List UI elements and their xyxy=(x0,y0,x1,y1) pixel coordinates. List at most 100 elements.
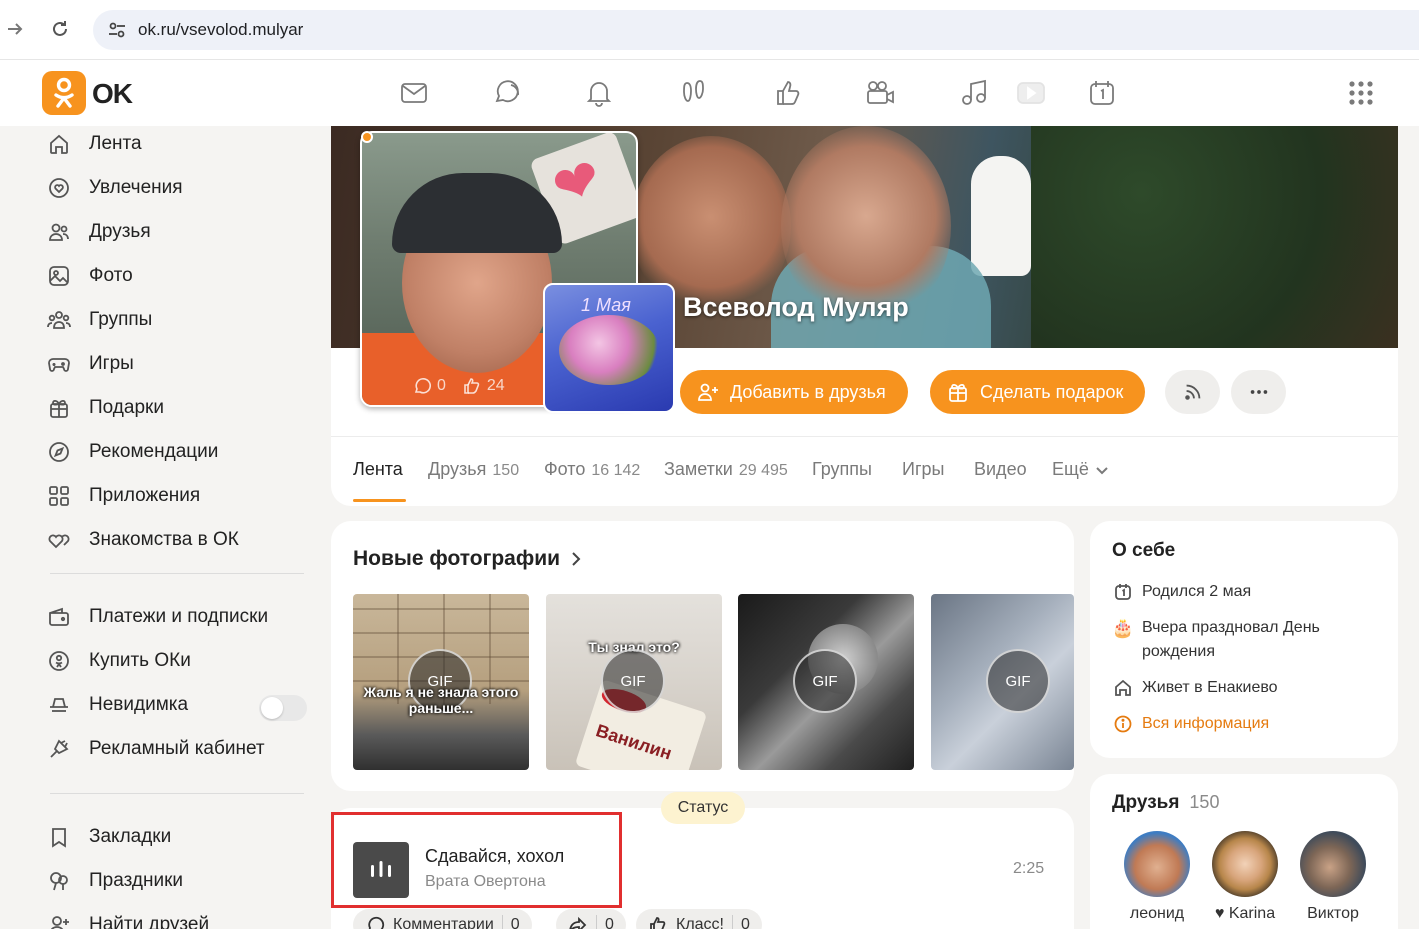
music-button[interactable] xyxy=(957,76,991,110)
avatar-likes[interactable]: 24 xyxy=(462,376,505,396)
friends-title[interactable]: Друзья 150 xyxy=(1112,792,1219,814)
add-friend-icon xyxy=(698,383,718,401)
invisible-toggle[interactable] xyxy=(259,695,307,721)
info-icon xyxy=(1112,713,1134,735)
clips-button[interactable] xyxy=(1013,76,1047,110)
share-button[interactable]: 0 xyxy=(556,909,626,929)
send-gift-button[interactable]: Сделать подарок xyxy=(930,370,1146,414)
sidebar-item-hobbies[interactable]: Увлечения xyxy=(46,172,183,204)
profile-gift[interactable]: 1 Мая xyxy=(543,283,675,413)
sidebar-item-ads-cabinet[interactable]: Рекламный кабинет xyxy=(46,733,265,765)
sidebar-item-recommendations[interactable]: Рекомендации xyxy=(46,436,218,468)
tab-games[interactable]: Игры xyxy=(902,459,944,480)
sidebar-item-label: Знакомства в ОК xyxy=(89,529,239,550)
tab-video[interactable]: Видео xyxy=(974,459,1027,480)
back-button[interactable] xyxy=(0,14,30,44)
tab-friends[interactable]: Друзья 150 xyxy=(428,459,519,480)
more-dots-icon xyxy=(1250,390,1267,394)
online-indicator xyxy=(361,131,373,143)
annotation-highlight-box xyxy=(331,812,622,908)
coin-icon xyxy=(46,648,72,674)
sidebar-item-buy-oki[interactable]: Купить ОКи xyxy=(46,645,191,677)
calendar-button[interactable] xyxy=(1085,76,1119,110)
notifications-button[interactable] xyxy=(582,76,616,110)
address-bar[interactable]: ok.ru/vsevolod.mulyar xyxy=(93,10,1419,50)
photo-thumb[interactable]: GIF Жаль я не знала этого раньше... xyxy=(353,594,529,770)
sidebar-item-apps[interactable]: Приложения xyxy=(46,480,200,512)
sidebar-item-label: Праздники xyxy=(89,870,183,891)
sidebar-item-holidays[interactable]: Праздники xyxy=(46,865,183,897)
sidebar-item-dating[interactable]: Знакомства в ОК xyxy=(46,524,239,556)
sidebar-item-label: Платежи и подписки xyxy=(89,606,269,627)
ok-logo[interactable] xyxy=(42,71,86,115)
chat-icon xyxy=(495,80,519,103)
video-button[interactable] xyxy=(863,76,897,110)
bell-icon xyxy=(586,82,612,107)
gif-badge: GIF xyxy=(793,649,857,713)
friends-card: Друзья 150 леонид ♥ Karina Виктор xyxy=(1090,774,1398,929)
calendar-icon xyxy=(1090,81,1114,105)
photo-thumb[interactable]: GIF xyxy=(931,594,1074,770)
friend-item[interactable]: леонид xyxy=(1112,831,1202,923)
separator xyxy=(501,915,503,929)
messages-button[interactable] xyxy=(397,76,431,110)
site-settings-icon[interactable] xyxy=(107,20,127,40)
comments-button[interactable]: Комментарии 0 xyxy=(353,909,532,929)
sidebar-item-label: Лента xyxy=(89,133,142,154)
tab-feed[interactable]: Лента xyxy=(353,459,403,480)
sidebar-item-invisible[interactable]: Невидимка xyxy=(46,689,188,721)
footprints-icon xyxy=(683,80,704,102)
cover-vase xyxy=(971,156,1031,276)
tab-more[interactable]: Ещё xyxy=(1052,459,1109,480)
apps-menu-button[interactable] xyxy=(1344,76,1378,110)
sidebar-item-label: Купить ОКи xyxy=(89,650,191,671)
comment-icon xyxy=(368,916,385,929)
browser-toolbar: ok.ru/vsevolod.mulyar xyxy=(0,0,1419,60)
subscribe-button[interactable] xyxy=(1165,370,1220,414)
friend-item[interactable]: ♥ Karina xyxy=(1200,831,1290,923)
like-button[interactable]: Класс! 0 xyxy=(636,909,762,929)
reload-button[interactable] xyxy=(45,14,75,44)
photo-icon xyxy=(46,263,72,289)
comment-icon xyxy=(414,378,431,394)
sidebar-item-feed[interactable]: Лента xyxy=(46,128,142,160)
sidebar-item-label: Фото xyxy=(89,265,133,286)
sidebar-item-payments[interactable]: Платежи и подписки xyxy=(46,601,268,633)
sidebar-item-bookmarks[interactable]: Закладки xyxy=(46,821,171,853)
about-location: Живет в Енакиево xyxy=(1112,676,1278,700)
all-info-link[interactable]: Вся информация xyxy=(1112,712,1269,736)
discussions-button[interactable] xyxy=(490,76,524,110)
tab-label: Фото xyxy=(544,459,586,479)
tab-groups[interactable]: Группы xyxy=(812,459,872,480)
photo-thumb[interactable]: GIF xyxy=(738,594,914,770)
tab-notes[interactable]: Заметки 29 495 xyxy=(664,459,788,480)
sidebar-item-friends[interactable]: Друзья xyxy=(46,216,151,248)
sidebar-item-photos[interactable]: Фото xyxy=(46,260,133,292)
friend-name: леонид xyxy=(1129,905,1185,922)
avatar-comments[interactable]: 0 xyxy=(412,376,446,396)
sidebar-item-label: Рекомендации xyxy=(89,441,219,462)
tab-photos[interactable]: Фото 16 142 xyxy=(544,459,640,480)
status-chip: Статус xyxy=(661,792,745,824)
add-friend-button[interactable]: Добавить в друзья xyxy=(680,370,908,414)
events-button[interactable] xyxy=(771,76,805,110)
more-actions-button[interactable] xyxy=(1231,370,1286,414)
compass-icon xyxy=(46,439,72,465)
comments-label: Комментарии xyxy=(393,916,494,929)
sidebar-item-groups[interactable]: Группы xyxy=(46,304,152,336)
friends-icon xyxy=(46,219,72,245)
guests-button[interactable] xyxy=(677,76,711,110)
comments-count: 0 xyxy=(510,916,520,929)
sidebar-item-find-friends[interactable]: Найти друзей xyxy=(46,909,209,929)
add-friend-icon xyxy=(46,912,72,929)
sidebar-item-label: Подарки xyxy=(89,397,164,418)
new-photos-title[interactable]: Новые фотографии xyxy=(353,547,582,571)
sidebar-item-gifts[interactable]: Подарки xyxy=(46,392,164,424)
gif-badge: GIF xyxy=(986,649,1050,713)
ok-logo-icon xyxy=(54,77,74,108)
profile-name: Всеволод Муляр xyxy=(683,292,909,322)
sidebar-item-games[interactable]: Игры xyxy=(46,348,134,380)
tab-label: Заметки xyxy=(664,459,733,479)
photo-thumb[interactable]: Ванилин Ты знал это? GIF xyxy=(546,594,722,770)
friend-item[interactable]: Виктор xyxy=(1288,831,1378,923)
